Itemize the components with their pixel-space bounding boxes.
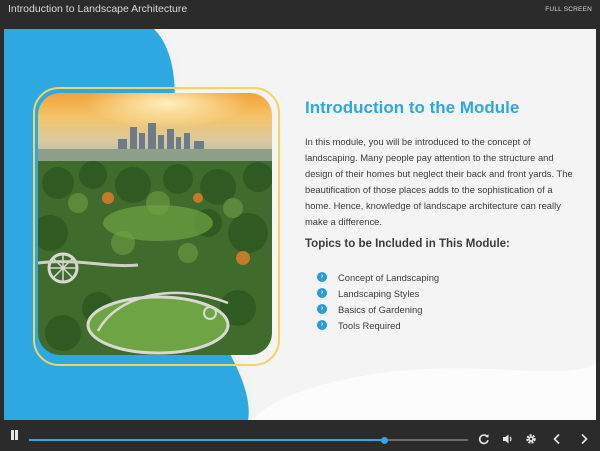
slide: Introduction to the Module In this modul… <box>4 29 596 420</box>
module-heading: Introduction to the Module <box>305 98 520 117</box>
topic-label: Concept of Landscaping <box>338 271 440 283</box>
chevron-right-circle-icon: › <box>317 288 327 298</box>
progress-handle[interactable] <box>381 436 389 444</box>
chevron-left-icon[interactable] <box>551 433 563 445</box>
chevron-right-circle-icon: › <box>317 320 327 330</box>
topic-label: Landscaping Styles <box>338 287 420 299</box>
pause-icon[interactable] <box>10 430 18 441</box>
topic-list: › Concept of Landscaping › Landscaping S… <box>317 269 439 333</box>
progress-fill <box>29 439 385 441</box>
list-item: › Concept of Landscaping <box>317 269 439 285</box>
chevron-right-icon[interactable] <box>578 433 590 445</box>
volume-icon[interactable] <box>502 433 514 445</box>
topic-label: Tools Required <box>338 319 401 331</box>
fullscreen-button[interactable]: FULL SCREEN <box>545 6 592 13</box>
intro-paragraph: In this module, you will be introduced t… <box>305 136 573 227</box>
replay-icon[interactable] <box>478 433 490 445</box>
top-bar: Introduction to Landscape Architecture F… <box>0 0 600 29</box>
list-item: › Landscaping Styles <box>317 285 439 301</box>
player-controls <box>0 420 600 451</box>
topics-heading: Topics to be Included in This Module: <box>305 238 510 250</box>
landscape-photo <box>38 93 272 355</box>
list-item: › Tools Required <box>317 317 439 333</box>
chevron-right-circle-icon: › <box>317 304 327 314</box>
settings-icon[interactable] <box>525 433 537 445</box>
list-item: › Basics of Gardening <box>317 301 439 317</box>
course-title: Introduction to Landscape Architecture <box>8 3 188 15</box>
chevron-right-circle-icon: › <box>317 272 327 282</box>
progress-bar[interactable] <box>29 436 468 444</box>
topic-label: Basics of Gardening <box>338 303 423 315</box>
